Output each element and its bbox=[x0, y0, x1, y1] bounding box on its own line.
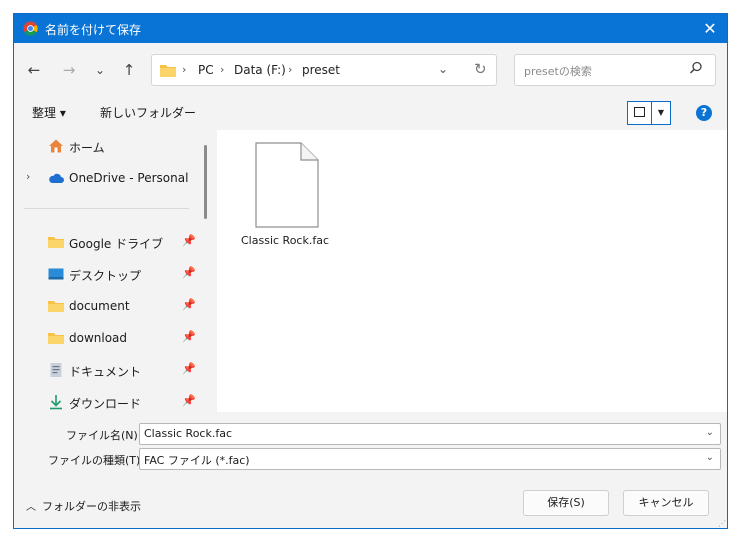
organize-menu-button[interactable]: 整理 ▾ bbox=[32, 104, 66, 121]
hide-folders-toggle[interactable]: ︿ フォルダーの非表示 bbox=[26, 498, 141, 514]
sidebar-item-label: OneDrive - Personal bbox=[69, 171, 189, 185]
recent-locations-chevron-icon[interactable]: ⌄ bbox=[88, 59, 112, 81]
view-options-chevron-icon[interactable]: ▼ bbox=[652, 102, 670, 124]
sidebar-item-download[interactable]: download 📌 bbox=[14, 324, 201, 352]
sidebar-item-label: download bbox=[69, 331, 128, 345]
save-form: ファイル名(N): Classic Rock.fac ⌄ ファイルの種類(T):… bbox=[14, 412, 727, 528]
breadcrumb-separator: › bbox=[182, 63, 187, 76]
view-toggle[interactable]: ▼ bbox=[627, 101, 671, 125]
sidebar-item-label: Google ドライブ bbox=[69, 237, 164, 251]
folder-icon bbox=[48, 301, 64, 312]
cancel-button[interactable]: キャンセル bbox=[623, 490, 709, 516]
sidebar-item-home[interactable]: ホーム bbox=[14, 132, 201, 160]
breadcrumb-separator: › bbox=[288, 63, 293, 76]
sidebar-item-documents[interactable]: ドキュメント 📌 bbox=[14, 356, 201, 384]
address-bar[interactable]: › PC › Data (F:) › preset ⌄ ↻ bbox=[151, 54, 497, 86]
breadcrumb-separator: › bbox=[220, 63, 225, 76]
desktop-icon bbox=[48, 268, 64, 280]
filename-value[interactable]: Classic Rock.fac bbox=[144, 427, 232, 440]
filetype-value: FAC ファイル (*.fac) bbox=[144, 454, 250, 467]
search-icon[interactable] bbox=[689, 61, 703, 75]
chevron-up-icon: ︿ bbox=[26, 502, 36, 513]
navigation-bar: ← → ⌄ ↑ › PC › Data (F:) › preset ⌄ ↻ bbox=[14, 43, 727, 96]
save-button[interactable]: 保存(S) bbox=[523, 490, 609, 516]
up-arrow-icon[interactable]: ↑ bbox=[117, 59, 141, 81]
filename-label: ファイル名(N): bbox=[66, 429, 142, 442]
save-dialog: 名前を付けて保存 ✕ ← → ⌄ ↑ › PC › Data (F:) › pr… bbox=[13, 13, 728, 529]
documents-icon bbox=[50, 363, 62, 377]
refresh-icon[interactable]: ↻ bbox=[474, 60, 487, 78]
sidebar-divider bbox=[24, 208, 189, 209]
download-icon bbox=[50, 395, 62, 410]
sidebar-item-onedrive[interactable]: › OneDrive - Personal bbox=[14, 164, 201, 192]
sidebar-item-downloads[interactable]: ダウンロード 📌 bbox=[14, 388, 201, 412]
pin-icon[interactable]: 📌 bbox=[182, 298, 196, 311]
search-input[interactable] bbox=[515, 55, 686, 87]
command-bar: 整理 ▾ 新しいフォルダー ▼ ? bbox=[14, 98, 727, 128]
sidebar-item-label: デスクトップ bbox=[69, 269, 142, 283]
breadcrumb-preset[interactable]: preset bbox=[302, 63, 340, 77]
breadcrumb-data-drive[interactable]: Data (F:) bbox=[234, 63, 286, 77]
file-icon bbox=[255, 142, 319, 228]
sidebar-item-label: ドキュメント bbox=[69, 365, 142, 379]
view-pane-icon[interactable] bbox=[628, 102, 652, 124]
new-folder-button[interactable]: 新しいフォルダー bbox=[100, 104, 196, 121]
back-arrow-icon[interactable]: ← bbox=[22, 59, 46, 81]
address-dropdown-icon[interactable]: ⌄ bbox=[438, 62, 448, 76]
home-icon bbox=[49, 139, 63, 153]
file-name: Classic Rock.fac bbox=[241, 234, 329, 247]
pin-icon[interactable]: 📌 bbox=[182, 234, 196, 247]
filetype-select[interactable]: FAC ファイル (*.fac) ⌄ bbox=[139, 448, 721, 470]
sidebar-item-label: ホーム bbox=[69, 141, 105, 155]
folder-icon bbox=[160, 65, 176, 77]
chevron-down-icon[interactable]: ⌄ bbox=[706, 452, 714, 463]
folder-icon bbox=[48, 237, 64, 248]
expand-chevron-icon[interactable]: › bbox=[26, 170, 30, 183]
file-list: Classic Rock.fac bbox=[217, 130, 727, 412]
pin-icon[interactable]: 📌 bbox=[182, 362, 196, 375]
title-bar: 名前を付けて保存 ✕ bbox=[14, 14, 727, 43]
sidebar-scrollbar[interactable] bbox=[204, 145, 207, 219]
chevron-down-icon[interactable]: ⌄ bbox=[706, 427, 714, 438]
sidebar-item-label: ダウンロード bbox=[69, 397, 142, 411]
sidebar-item-document[interactable]: document 📌 bbox=[14, 292, 201, 320]
pin-icon[interactable]: 📌 bbox=[182, 330, 196, 343]
filename-field[interactable]: Classic Rock.fac ⌄ bbox=[139, 423, 721, 445]
window-title: 名前を付けて保存 bbox=[45, 23, 142, 37]
forward-arrow-icon[interactable]: → bbox=[57, 59, 81, 81]
sidebar-item-desktop[interactable]: デスクトップ 📌 bbox=[14, 260, 201, 288]
resize-grip-icon[interactable]: ⋰ bbox=[718, 519, 726, 528]
pin-icon[interactable]: 📌 bbox=[182, 266, 196, 279]
help-icon[interactable]: ? bbox=[696, 105, 712, 121]
hide-folders-label: フォルダーの非表示 bbox=[42, 500, 141, 513]
folder-icon bbox=[48, 333, 64, 344]
breadcrumb-pc[interactable]: PC bbox=[198, 63, 214, 77]
sidebar-item-label: document bbox=[69, 299, 130, 313]
navigation-pane: ホーム › OneDrive - Personal Google ドライブ 📌 … bbox=[14, 130, 201, 412]
chrome-icon bbox=[23, 21, 38, 36]
pin-icon[interactable]: 📌 bbox=[182, 394, 196, 407]
close-icon[interactable]: ✕ bbox=[693, 14, 727, 43]
sidebar-item-google-drive[interactable]: Google ドライブ 📌 bbox=[14, 228, 201, 256]
cloud-icon bbox=[49, 173, 64, 183]
search-box[interactable] bbox=[514, 54, 716, 87]
filetype-label: ファイルの種類(T): bbox=[48, 454, 145, 467]
